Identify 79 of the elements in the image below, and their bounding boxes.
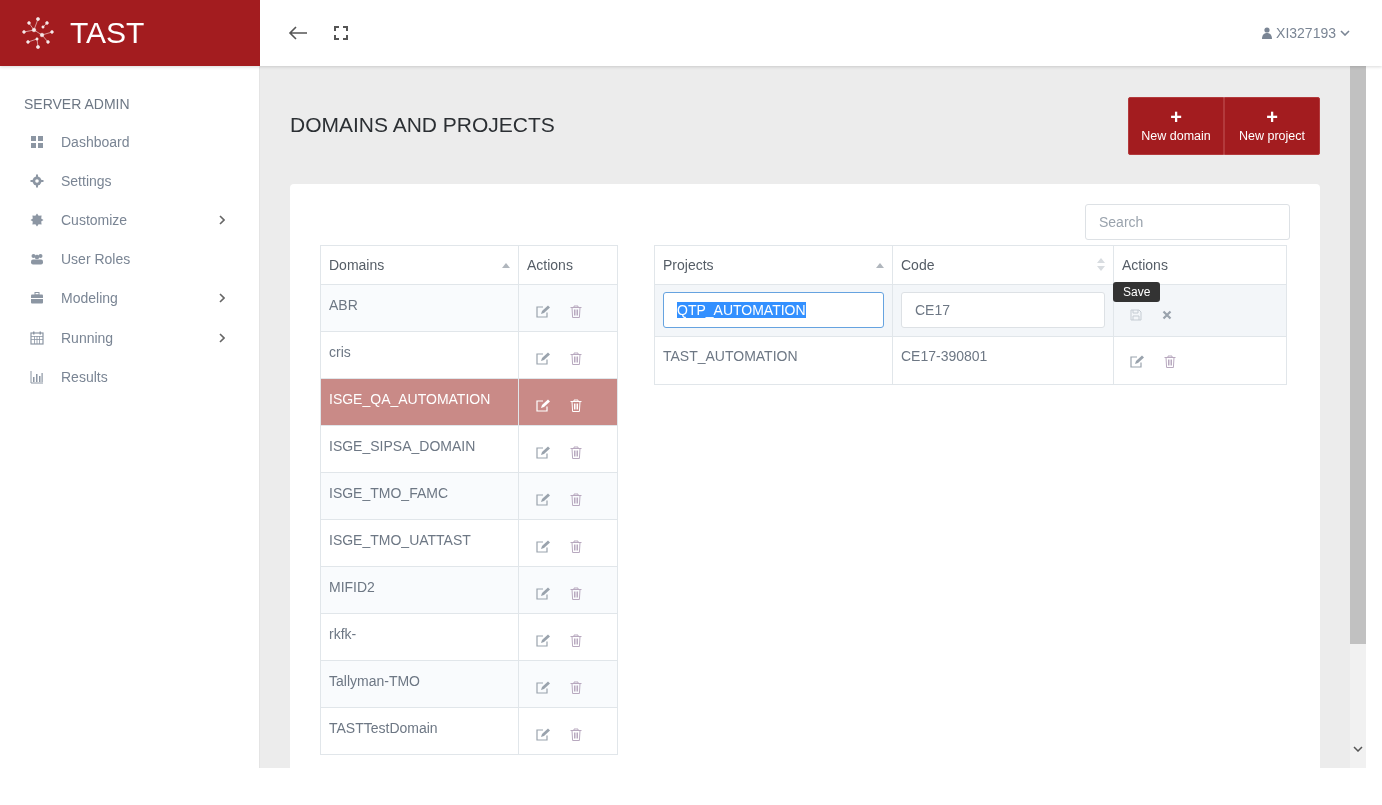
edit-icon[interactable] bbox=[536, 727, 550, 741]
trash-icon[interactable] bbox=[570, 492, 582, 506]
edit-icon[interactable] bbox=[536, 304, 550, 318]
user-icon bbox=[1262, 27, 1273, 39]
page-title: DOMAINS AND PROJECTS bbox=[290, 113, 555, 137]
column-header[interactable]: Domains bbox=[320, 245, 519, 285]
table-row[interactable]: Tallyman-TMO bbox=[320, 660, 618, 708]
save-icon[interactable] bbox=[1130, 309, 1142, 322]
edit-icon[interactable] bbox=[536, 586, 550, 600]
trash-icon[interactable] bbox=[570, 351, 582, 365]
table-cell: Tallyman-TMO bbox=[329, 673, 420, 689]
column-header: Actions bbox=[1122, 257, 1168, 273]
sidebar-item[interactable]: Settings bbox=[0, 161, 259, 201]
trash-icon[interactable] bbox=[570, 539, 582, 553]
grid-icon bbox=[30, 134, 44, 149]
table-row[interactable]: ABR bbox=[320, 284, 618, 332]
table-row[interactable]: ISGE_QA_AUTOMATION bbox=[320, 378, 618, 426]
edit-icon[interactable] bbox=[536, 633, 550, 647]
briefcase-icon bbox=[30, 291, 44, 306]
users-icon bbox=[30, 252, 44, 267]
table-cell: MIFID2 bbox=[329, 579, 375, 595]
edit-icon[interactable] bbox=[536, 351, 550, 365]
search-field[interactable]: Search bbox=[1085, 204, 1290, 240]
sidebar-item[interactable]: Running bbox=[0, 317, 259, 358]
fullscreen-icon[interactable] bbox=[334, 26, 348, 40]
trash-icon[interactable] bbox=[570, 727, 582, 741]
table-cell: cris bbox=[329, 344, 351, 360]
trash-icon[interactable] bbox=[1164, 355, 1176, 369]
back-arrow-icon[interactable] bbox=[288, 26, 308, 40]
edit-icon[interactable] bbox=[536, 539, 550, 553]
user-menu[interactable]: XI327193 bbox=[1262, 25, 1350, 41]
gear-icon bbox=[30, 173, 44, 188]
column-header[interactable]: Code bbox=[892, 245, 1114, 285]
table-cell: TASTTestDomain bbox=[329, 720, 438, 736]
sidebar-item[interactable]: Customize bbox=[0, 200, 259, 240]
column-header: Actions bbox=[518, 245, 618, 285]
table-cell: rkfk- bbox=[329, 626, 357, 642]
edit-icon[interactable] bbox=[536, 398, 550, 412]
table-row[interactable]: MIFID2 bbox=[320, 566, 618, 614]
input-field[interactable]: CE17 bbox=[901, 292, 1105, 328]
table-cell: ISGE_QA_AUTOMATION bbox=[329, 391, 491, 407]
scroll-down-icon[interactable] bbox=[1353, 746, 1363, 752]
trash-icon[interactable] bbox=[570, 586, 582, 600]
bar-chart-icon bbox=[30, 369, 44, 384]
app-title: TAST bbox=[70, 16, 145, 50]
sidebar-item[interactable]: Results bbox=[0, 357, 259, 397]
sidebar-item[interactable]: Dashboard bbox=[0, 122, 259, 162]
edit-icon[interactable] bbox=[536, 492, 550, 506]
scrollbar[interactable] bbox=[1350, 66, 1366, 768]
tooltip: Save bbox=[1113, 282, 1161, 302]
table-cell: ISGE_TMO_FAMC bbox=[329, 485, 449, 501]
table-cell: ABR bbox=[329, 297, 358, 313]
sidebar-item[interactable]: Modeling bbox=[0, 278, 259, 318]
trash-icon[interactable] bbox=[570, 680, 582, 694]
add-button[interactable]: + New project bbox=[1224, 97, 1320, 155]
trash-icon[interactable] bbox=[570, 304, 582, 318]
add-button[interactable]: + New domain bbox=[1128, 97, 1224, 155]
input-field[interactable]: QTP_AUTOMATION bbox=[663, 292, 884, 328]
sidebar-heading: SERVER ADMIN bbox=[23, 96, 131, 112]
sidebar-item[interactable]: User Roles bbox=[0, 239, 259, 279]
trash-icon[interactable] bbox=[570, 445, 582, 459]
sort-icon bbox=[876, 263, 884, 268]
seal-icon bbox=[30, 212, 44, 227]
table-cell: ISGE_TMO_UATTAST bbox=[329, 532, 471, 548]
sort-icon bbox=[1097, 258, 1105, 271]
table-cell: ISGE_SIPSA_DOMAIN bbox=[329, 438, 476, 454]
edit-icon[interactable] bbox=[536, 445, 550, 459]
edit-icon[interactable] bbox=[1130, 355, 1144, 369]
chevron-down-icon bbox=[1340, 30, 1350, 36]
edit-icon[interactable] bbox=[536, 680, 550, 694]
column-header[interactable]: Projects bbox=[654, 245, 893, 285]
table-cell: TAST_AUTOMATION bbox=[663, 348, 798, 364]
table-row[interactable]: ISGE_TMO_FAMC bbox=[320, 472, 618, 520]
table-cell: CE17-390801 bbox=[901, 348, 988, 364]
sort-icon bbox=[502, 263, 510, 268]
calendar-icon bbox=[30, 330, 44, 345]
logo-icon bbox=[20, 15, 56, 51]
close-icon[interactable] bbox=[1162, 310, 1172, 321]
trash-icon[interactable] bbox=[570, 633, 582, 647]
